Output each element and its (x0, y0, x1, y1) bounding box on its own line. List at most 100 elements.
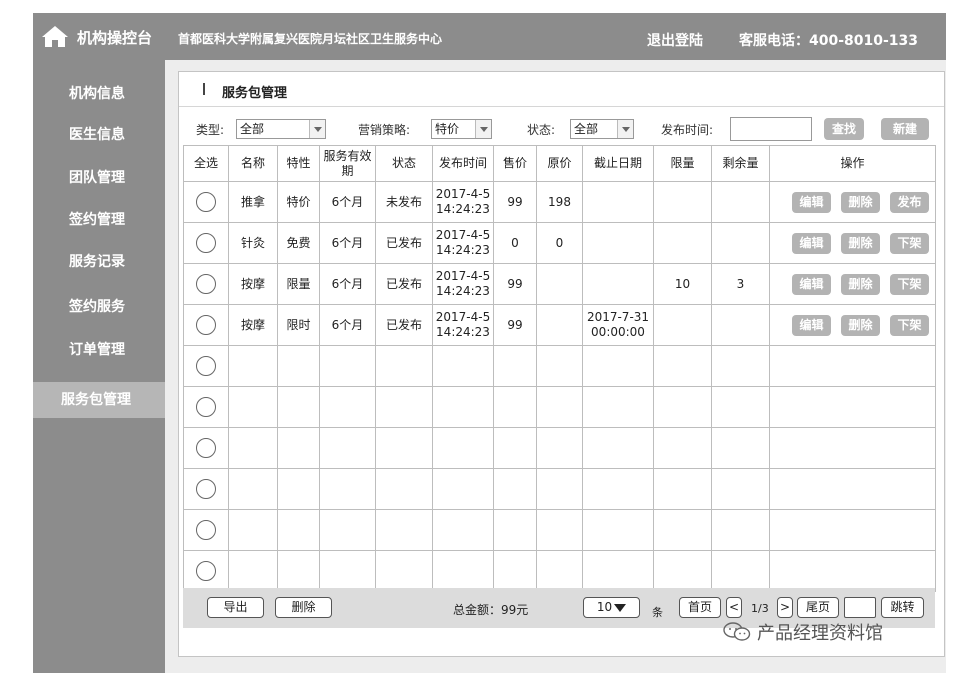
row-radio[interactable] (196, 561, 216, 581)
row-radio[interactable] (196, 233, 216, 253)
row-radio[interactable] (196, 520, 216, 540)
col-feature: 特性 (277, 145, 320, 182)
unpublish-button[interactable]: 下架 (890, 232, 929, 254)
strategy-select[interactable]: 特价 (431, 119, 492, 139)
cell-remaining (711, 222, 770, 264)
col-select-all[interactable]: 全选 (183, 145, 229, 182)
cell-status: 已发布 (375, 263, 433, 305)
sidebar-item-service-package[interactable]: 服务包管理 (33, 382, 165, 418)
cell-original-price (536, 263, 583, 305)
deadline-clock: 00:00:00 (591, 325, 645, 339)
cell-original-price: 0 (536, 222, 583, 264)
publish-clock: 14:24:23 (436, 243, 490, 257)
sidebar: 机构信息 医生信息 团队管理 签约管理 服务记录 签约服务 订单管理 服务包管理 (33, 60, 165, 673)
cell-validity: 6个月 (319, 222, 376, 264)
unpublish-button[interactable]: 下架 (890, 314, 929, 336)
cell-name: 按摩 (228, 263, 278, 305)
publish-date: 2017-4-5 (435, 269, 491, 283)
next-page-button[interactable]: > (777, 597, 793, 618)
org-name: 首都医科大学附属复兴医院月坛社区卫生服务中心 (178, 32, 443, 46)
cell-name: 按摩 (228, 304, 278, 346)
cell-name: 针灸 (228, 222, 278, 264)
cell-name: 推拿 (228, 181, 278, 223)
wechat-icon (723, 622, 751, 641)
row-radio[interactable] (196, 274, 216, 294)
row-radio[interactable] (196, 479, 216, 499)
hotline-text: 客服电话：400-8010-133 (739, 33, 919, 49)
sidebar-item-contract-service[interactable]: 签约服务 (33, 289, 165, 325)
cell-publish-time: 2017-4-5 14:24:23 (432, 222, 494, 264)
edit-button[interactable]: 编辑 (792, 273, 831, 295)
cell-limit (653, 304, 712, 346)
cell-validity: 6个月 (319, 263, 376, 305)
unpublish-button[interactable]: 下架 (890, 273, 929, 295)
cell-status: 已发布 (375, 222, 433, 264)
status-select[interactable]: 全部 (570, 119, 634, 139)
cell-status: 未发布 (375, 181, 433, 223)
edit-button[interactable]: 编辑 (792, 232, 831, 254)
cell-validity: 6个月 (319, 181, 376, 223)
type-select[interactable]: 全部 (236, 119, 326, 139)
sidebar-item-service-records[interactable]: 服务记录 (33, 244, 165, 280)
cell-remaining: 3 (711, 263, 770, 305)
sidebar-item-team[interactable]: 团队管理 (33, 160, 165, 196)
row-radio[interactable] (196, 356, 216, 376)
deadline-date: 2017-7-31 (586, 310, 650, 324)
cell-validity: 6个月 (319, 304, 376, 346)
new-button[interactable]: 新建 (881, 118, 929, 140)
publish-clock: 14:24:23 (436, 284, 490, 298)
delete-button[interactable]: 删除 (841, 273, 880, 295)
table-row: 针灸 免费 6个月 已发布 2017-4-5 14:24:23 0 0 编辑 删除… (183, 222, 936, 264)
delete-button[interactable]: 删除 (841, 232, 880, 254)
jump-button[interactable]: 跳转 (881, 597, 924, 618)
page-jump-input[interactable] (844, 597, 876, 618)
cell-original-price: 198 (536, 181, 583, 223)
col-name: 名称 (228, 145, 278, 182)
first-page-button[interactable]: 首页 (679, 597, 721, 618)
edit-button[interactable]: 编辑 (792, 314, 831, 336)
sidebar-item-org-info[interactable]: 机构信息 (33, 76, 165, 112)
sidebar-item-doctor-info[interactable]: 医生信息 (33, 117, 165, 153)
publish-date: 2017-4-5 (435, 187, 491, 201)
col-price: 售价 (493, 145, 537, 182)
sidebar-item-orders[interactable]: 订单管理 (33, 332, 165, 368)
publish-clock: 14:24:23 (436, 325, 490, 339)
table-row: 按摩 限量 6个月 已发布 2017-4-5 14:24:23 99 10 3 编… (183, 263, 936, 305)
cell-publish-time: 2017-4-5 14:24:23 (432, 181, 494, 223)
table-row: 推拿 特价 6个月 未发布 2017-4-5 14:24:23 99 198 编辑… (183, 181, 936, 223)
table-row-empty (183, 345, 936, 387)
bulk-delete-button[interactable]: 删除 (275, 597, 332, 618)
col-validity: 服务有效期 (319, 145, 376, 182)
prev-page-button[interactable]: < (726, 597, 742, 618)
title-divider (179, 106, 944, 107)
col-publish-time: 发布时间 (432, 145, 494, 182)
publish-button[interactable]: 发布 (890, 191, 929, 213)
page-size-select[interactable]: 10 (583, 597, 640, 618)
logout-link[interactable]: 退出登陆 (647, 30, 703, 50)
table-row-empty (183, 386, 936, 428)
export-button[interactable]: 导出 (207, 597, 264, 618)
home-icon[interactable] (41, 24, 69, 48)
last-page-button[interactable]: 尾页 (797, 597, 839, 618)
publish-date-input[interactable] (730, 117, 812, 141)
row-radio[interactable] (196, 438, 216, 458)
row-radio[interactable] (196, 315, 216, 335)
row-radio[interactable] (196, 192, 216, 212)
search-button[interactable]: 查找 (824, 118, 864, 140)
cell-limit (653, 181, 712, 223)
cell-price: 99 (493, 263, 537, 305)
cell-feature: 限时 (277, 304, 320, 346)
row-radio[interactable] (196, 397, 216, 417)
cell-remaining (711, 304, 770, 346)
cell-deadline: 2017-7-31 00:00:00 (582, 304, 654, 346)
edit-button[interactable]: 编辑 (792, 191, 831, 213)
brand-title[interactable]: 机构操控台 (77, 27, 152, 48)
delete-button[interactable]: 删除 (841, 314, 880, 336)
delete-button[interactable]: 删除 (841, 191, 880, 213)
sidebar-item-contract[interactable]: 签约管理 (33, 202, 165, 238)
col-status: 状态 (375, 145, 433, 182)
cell-deadline (582, 222, 654, 264)
type-select-value: 全部 (240, 122, 265, 136)
col-actions: 操作 (769, 145, 936, 182)
col-limit: 限量 (653, 145, 712, 182)
